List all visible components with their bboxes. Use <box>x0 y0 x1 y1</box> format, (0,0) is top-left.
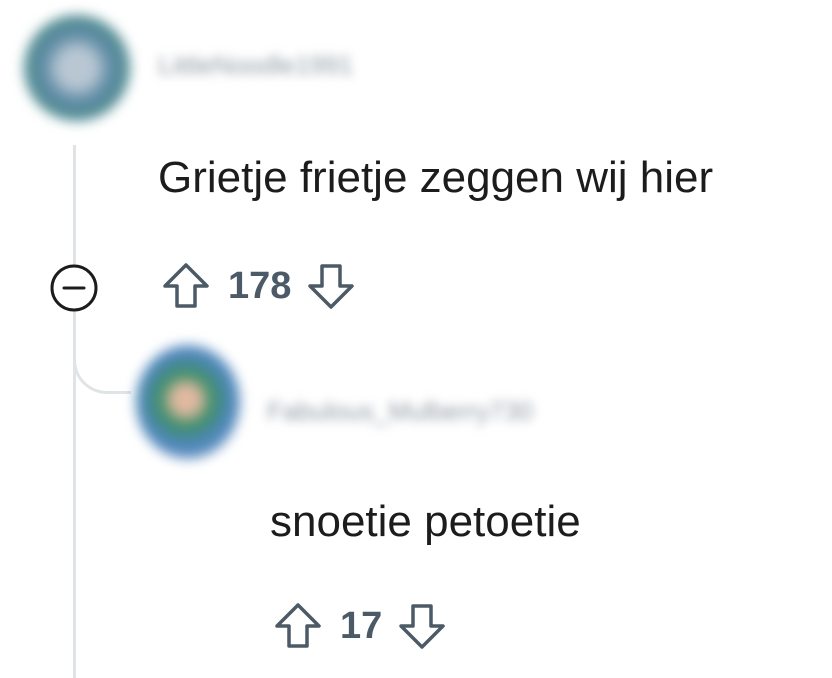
downvote-button[interactable] <box>303 258 359 314</box>
arrow-down-icon <box>399 604 446 649</box>
vote-count: 178 <box>228 264 292 307</box>
arrow-up-icon <box>163 263 209 308</box>
upvote-button[interactable] <box>158 258 214 314</box>
upvote-button[interactable] <box>270 598 326 654</box>
collapse-thread-button[interactable] <box>48 262 100 314</box>
avatar[interactable] <box>136 345 240 459</box>
comment-username[interactable]: LittleNoodle1991 <box>158 50 353 81</box>
comment-body: Grietje frietje zeggen wij hier <box>158 153 714 202</box>
arrow-down-icon <box>308 264 355 309</box>
vote-count: 17 <box>340 604 383 647</box>
arrow-up-icon <box>275 603 321 648</box>
reply-vote-bar: 17 <box>270 598 450 654</box>
reply-connector <box>73 320 131 394</box>
downvote-button[interactable] <box>394 598 450 654</box>
comment-vote-bar: 178 <box>158 258 359 314</box>
reply-body: snoetie petoetie <box>270 497 581 546</box>
minus-circle-icon <box>50 264 98 312</box>
thread-line <box>73 145 76 678</box>
avatar[interactable] <box>24 15 130 121</box>
reply-username[interactable]: Fabulous_Mulberry730 <box>267 396 533 427</box>
